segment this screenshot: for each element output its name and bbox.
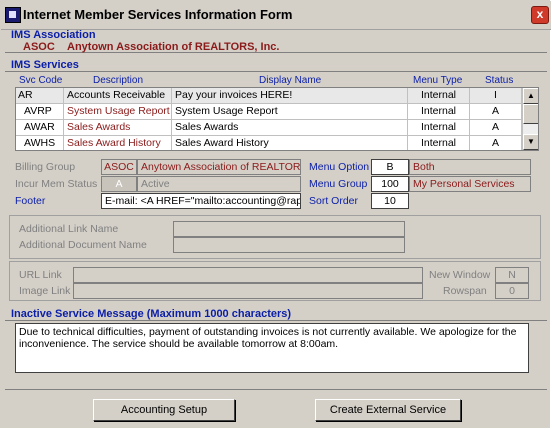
divider	[5, 320, 547, 321]
menu-option-input[interactable]: B	[371, 159, 409, 175]
row-menu-type: Internal	[408, 120, 470, 136]
row-status: I	[470, 88, 522, 104]
billing-group-code-field[interactable]: ASOC	[101, 159, 137, 175]
row-status: A	[470, 136, 522, 150]
services-grid: AR Accounts Receivable Pay your invoices…	[15, 87, 539, 151]
footer-label: Footer	[15, 195, 46, 207]
row-display-name[interactable]: Sales Awards	[172, 120, 408, 136]
row-menu-type: Internal	[408, 104, 470, 120]
row-code: AWAR	[16, 120, 64, 136]
row-status: A	[470, 120, 522, 136]
sort-order-label: Sort Order	[309, 195, 359, 207]
inactive-message-textarea[interactable]: Due to technical difficulties, payment o…	[15, 323, 529, 373]
incur-mem-status-label: Incur Mem Status	[15, 178, 98, 190]
column-header-display-name: Display Name	[259, 75, 322, 86]
window-title: Internet Member Services Information For…	[23, 7, 293, 22]
association-header: IMS Association	[11, 29, 96, 41]
additional-document-label: Additional Document Name	[19, 239, 147, 251]
additional-link-input[interactable]	[173, 221, 405, 237]
table-row[interactable]: AWHS Sales Award History Sales Award His…	[16, 136, 522, 150]
row-menu-type: Internal	[408, 136, 470, 150]
column-header-menu-type: Menu Type	[413, 75, 463, 86]
row-display-name[interactable]: Pay your invoices HERE!	[172, 88, 408, 104]
rowspan-field[interactable]: 0	[495, 283, 529, 299]
rowspan-label: Rowspan	[443, 285, 487, 297]
new-window-field[interactable]: N	[495, 267, 529, 283]
additional-document-input[interactable]	[173, 237, 405, 253]
row-status: A	[470, 104, 522, 120]
column-header-description: Description	[93, 75, 144, 86]
row-display-name[interactable]: System Usage Report	[172, 104, 408, 120]
footer-input[interactable]: E-mail: <A HREF="mailto:accounting@rapat…	[101, 193, 301, 209]
menu-option-label: Menu Option	[309, 161, 370, 173]
menu-group-text: My Personal Services	[409, 176, 531, 192]
new-window-label: New Window	[429, 269, 491, 281]
row-menu-type: Internal	[408, 88, 470, 104]
close-icon[interactable]: x	[531, 6, 549, 24]
app-icon	[5, 7, 21, 23]
menu-group-input[interactable]: 100	[371, 176, 409, 192]
divider	[5, 389, 547, 390]
divider	[5, 71, 547, 72]
image-link-input[interactable]	[73, 283, 423, 299]
services-header: IMS Services	[11, 59, 79, 71]
inactive-message-header: Inactive Service Message (Maximum 1000 c…	[11, 308, 292, 320]
billing-group-label: Billing Group	[15, 161, 76, 173]
additional-link-label: Additional Link Name	[19, 223, 119, 235]
url-link-input[interactable]	[73, 267, 423, 283]
row-description: System Usage Report	[64, 104, 172, 120]
row-description: Sales Award History	[64, 136, 172, 150]
sort-order-input[interactable]: 10	[371, 193, 409, 209]
row-description: Accounts Receivable	[64, 88, 172, 104]
accounting-setup-button[interactable]: Accounting Setup	[93, 399, 235, 421]
row-description: Sales Awards	[64, 120, 172, 136]
billing-group-name-field[interactable]: Anytown Association of REALTORS, I	[137, 159, 301, 175]
scroll-thumb[interactable]	[523, 104, 538, 124]
row-display-name[interactable]: Sales Award History	[172, 136, 408, 150]
row-code: AVRP	[16, 104, 64, 120]
table-row[interactable]: AWAR Sales Awards Sales Awards Internal …	[16, 120, 522, 136]
incur-status-code-field[interactable]: A	[101, 176, 137, 192]
incur-status-name-field[interactable]: Active	[137, 176, 301, 192]
table-row[interactable]: AVRP System Usage Report System Usage Re…	[16, 104, 522, 120]
url-link-label: URL Link	[19, 269, 62, 281]
association-code: ASOC	[23, 41, 55, 53]
row-code: AWHS	[16, 136, 64, 150]
create-external-service-button[interactable]: Create External Service	[315, 399, 461, 421]
column-header-code: Svc Code	[19, 75, 63, 86]
scroll-down-icon[interactable]: ▼	[523, 134, 538, 150]
form-window: Internet Member Services Information For…	[0, 0, 551, 428]
column-header-status: Status	[485, 75, 514, 86]
menu-group-label: Menu Group	[309, 178, 368, 190]
image-link-label: Image Link	[19, 285, 71, 297]
title-bar: Internet Member Services Information For…	[1, 1, 551, 30]
grid-scrollbar[interactable]: ▲ ▼	[522, 88, 538, 150]
association-name: Anytown Association of REALTORS, Inc.	[67, 41, 280, 53]
menu-option-text: Both	[409, 159, 531, 175]
row-code: AR	[16, 88, 64, 104]
table-row[interactable]: AR Accounts Receivable Pay your invoices…	[16, 88, 522, 104]
scroll-up-icon[interactable]: ▲	[523, 88, 538, 104]
